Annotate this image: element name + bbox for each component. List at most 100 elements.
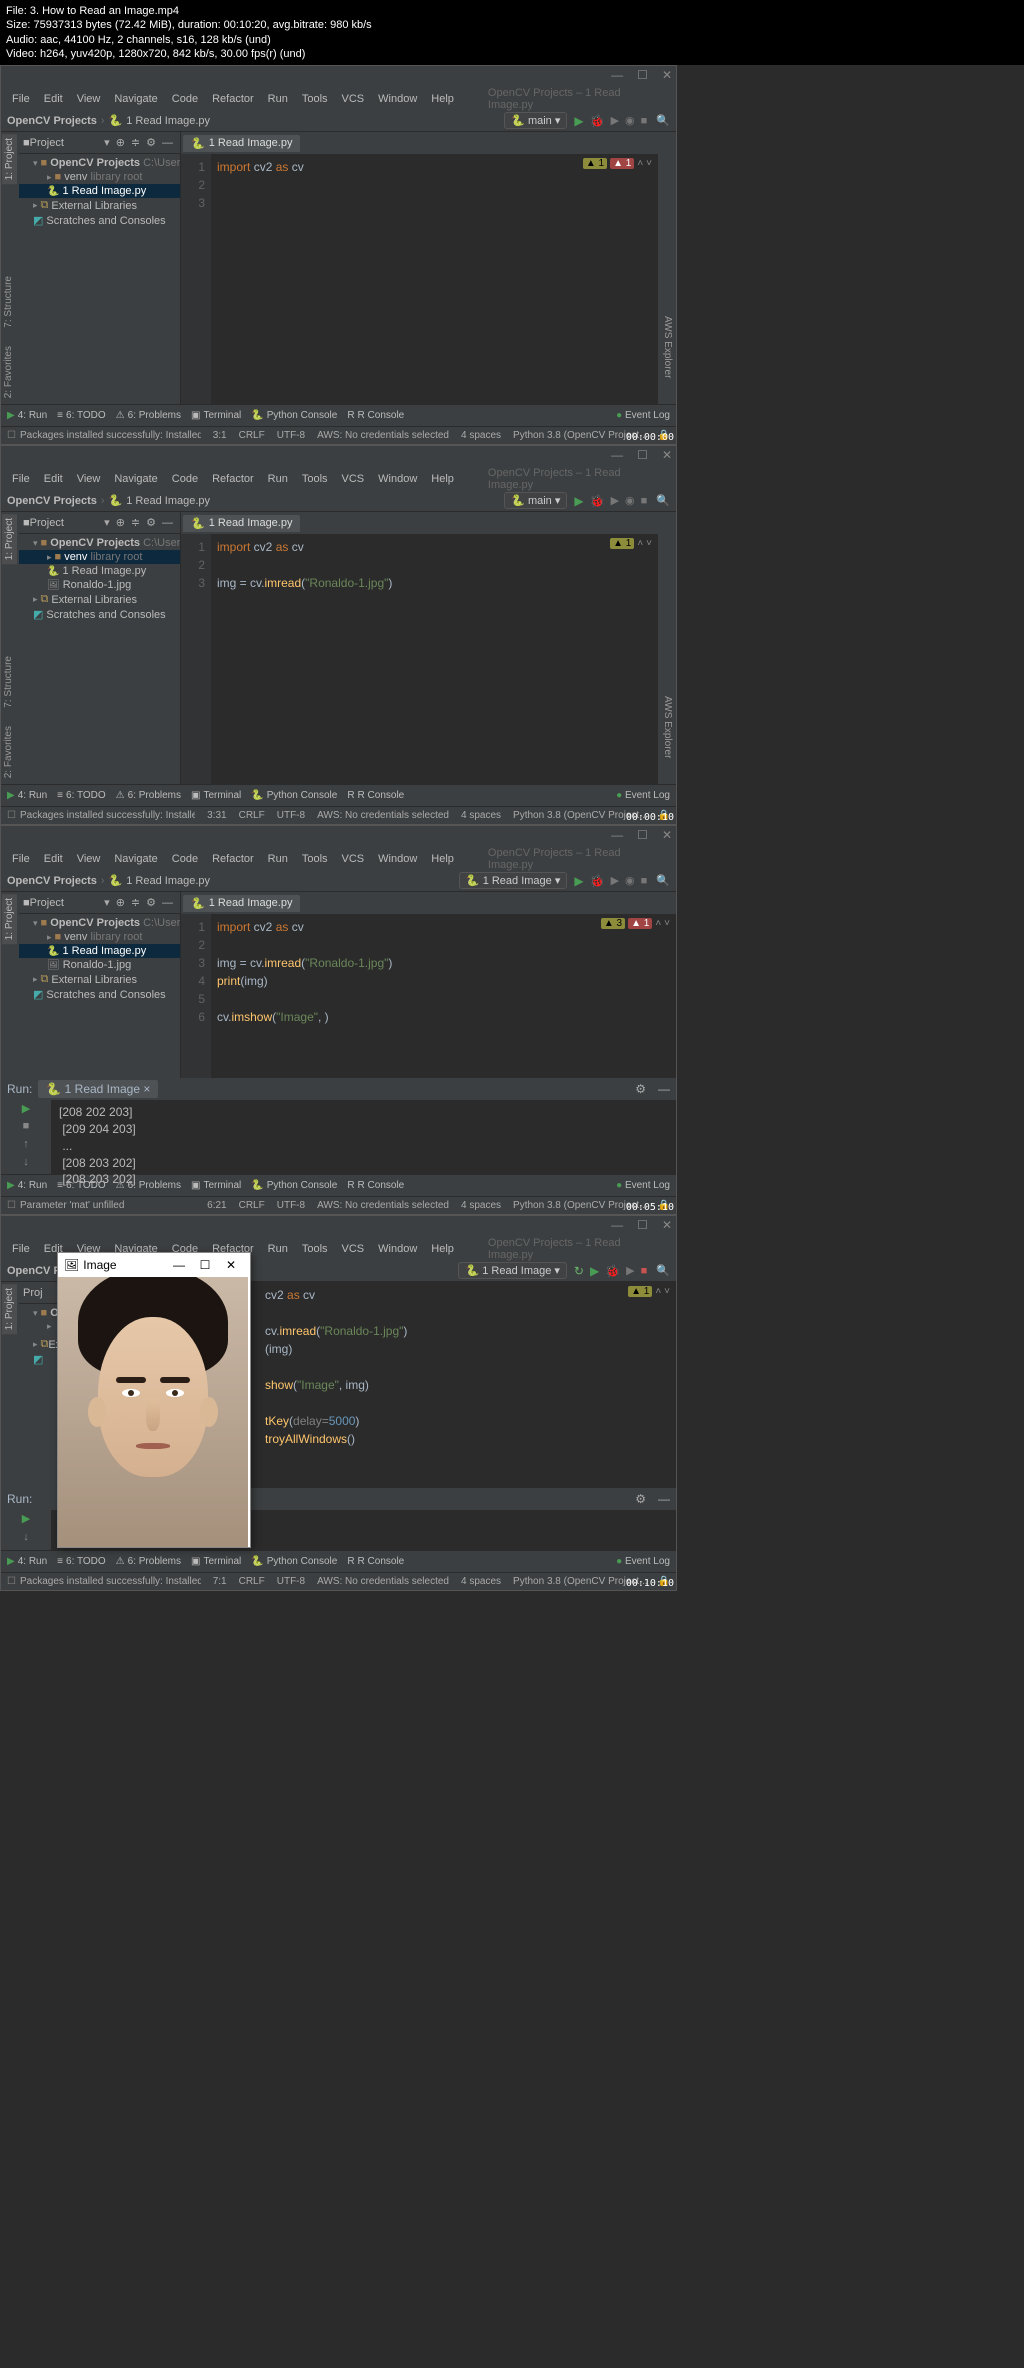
search-everywhere-icon[interactable]: 🔍: [656, 114, 670, 127]
breadcrumb-file[interactable]: 1 Read Image.py: [126, 115, 210, 127]
menu-help[interactable]: Help: [426, 471, 459, 487]
r-console-tab[interactable]: R R Console: [347, 410, 404, 421]
external-libraries-node[interactable]: ▸⧉External Libraries: [19, 198, 180, 213]
line-separator[interactable]: CRLF: [239, 430, 265, 441]
maximize-icon[interactable]: ☐: [637, 448, 648, 462]
structure-tool-tab[interactable]: 7: Structure: [1, 272, 16, 332]
external-libraries-node[interactable]: ▸⧉External Libraries: [19, 592, 180, 607]
scratches-node[interactable]: ◩Scratches and Consoles: [19, 607, 180, 622]
run-config-selector[interactable]: 🐍 1 Read Image ▾: [459, 872, 567, 889]
hide-icon[interactable]: —: [162, 517, 173, 529]
breadcrumb-file[interactable]: 1 Read Image.py: [126, 495, 210, 507]
search-icon[interactable]: 🔍: [656, 494, 670, 507]
minimize-icon[interactable]: —: [611, 448, 623, 462]
project-tool-tab[interactable]: 1: Project: [2, 134, 17, 184]
run-config-selector[interactable]: 🐍 1 Read Image ▾: [458, 1262, 566, 1279]
caret-position[interactable]: 3:31: [207, 810, 226, 821]
run-button[interactable]: ▶: [574, 494, 583, 508]
menu-file[interactable]: File: [7, 91, 35, 107]
menu-refactor[interactable]: Refactor: [207, 91, 259, 107]
r-console-tab[interactable]: R R Console: [347, 790, 404, 801]
menu-tools[interactable]: Tools: [297, 471, 333, 487]
menu-navigate[interactable]: Navigate: [109, 471, 162, 487]
indent-info[interactable]: 4 spaces: [461, 430, 501, 441]
editor-tab[interactable]: 🐍1 Read Image.py: [183, 135, 300, 152]
run-tool-tab[interactable]: ▶4: Run: [7, 790, 47, 801]
maximize-icon[interactable]: ☐: [637, 828, 648, 842]
code-editor[interactable]: 123456 import cv2 as cv img = cv.imread(…: [181, 914, 676, 1078]
breadcrumb-root[interactable]: OpenCV Projects: [7, 115, 97, 127]
project-pane-title[interactable]: Project: [30, 137, 102, 149]
breadcrumb-root[interactable]: OpenCV Projects: [7, 495, 97, 507]
up-icon[interactable]: ↑: [17, 1138, 35, 1154]
menu-tools[interactable]: Tools: [297, 91, 333, 107]
stop-button[interactable]: ■: [17, 1120, 35, 1136]
menu-file[interactable]: File: [7, 471, 35, 487]
code-editor[interactable]: 123 import cv2 as cv img = cv.imread("Ro…: [181, 534, 658, 784]
profile-button[interactable]: ◉: [625, 114, 635, 127]
minimize-icon[interactable]: —: [166, 1258, 192, 1272]
maximize-icon[interactable]: ☐: [192, 1258, 218, 1272]
menu-window[interactable]: Window: [373, 471, 422, 487]
run-tab[interactable]: 🐍 1 Read Image ×: [38, 1080, 158, 1098]
run-button[interactable]: ▶: [574, 114, 583, 128]
menu-code[interactable]: Code: [167, 91, 203, 107]
settings-icon[interactable]: ⚙: [146, 136, 156, 149]
collapse-icon[interactable]: ≑: [131, 516, 140, 529]
aws-explorer-tab[interactable]: AWS Explorer: [660, 692, 675, 762]
menu-vcs[interactable]: VCS: [337, 91, 370, 107]
close-icon[interactable]: ✕: [218, 1258, 244, 1272]
todo-tool-tab[interactable]: ≡ 6: TODO: [57, 410, 106, 421]
close-icon[interactable]: ✕: [662, 448, 672, 462]
menu-edit[interactable]: Edit: [39, 471, 68, 487]
problems-tool-tab[interactable]: ⚠ 6: Problems: [116, 410, 181, 421]
scratches-node[interactable]: ◩Scratches and Consoles: [19, 213, 180, 228]
image-window[interactable]: 🖼 Image — ☐ ✕: [57, 1252, 251, 1548]
menu-run[interactable]: Run: [263, 471, 293, 487]
event-log-button[interactable]: ● Event Log: [616, 410, 670, 421]
caret-position[interactable]: 3:1: [213, 430, 227, 441]
menu-code[interactable]: Code: [167, 471, 203, 487]
menu-navigate[interactable]: Navigate: [109, 91, 162, 107]
settings-icon[interactable]: ⚙: [146, 516, 156, 529]
run-config-selector[interactable]: 🐍 main ▾: [504, 112, 567, 129]
close-icon[interactable]: ✕: [662, 828, 672, 842]
editor-tab[interactable]: 🐍1 Read Image.py: [183, 515, 300, 532]
read-image-file-node[interactable]: 🐍1 Read Image.py: [19, 564, 180, 578]
menu-view[interactable]: View: [72, 91, 106, 107]
menu-run[interactable]: Run: [263, 91, 293, 107]
terminal-tool-tab[interactable]: ▣ Terminal: [191, 790, 241, 801]
todo-tool-tab[interactable]: ≡ 6: TODO: [57, 790, 106, 801]
run-button[interactable]: ▶: [574, 874, 583, 888]
ronaldo-image-node[interactable]: 🖼Ronaldo-1.jpg: [19, 578, 180, 592]
coverage-button[interactable]: ▶: [611, 494, 619, 507]
hide-icon[interactable]: —: [658, 1082, 670, 1096]
code-editor[interactable]: 123 import cv2 as cv ▲ 1▲ 1˄˅: [181, 154, 658, 404]
locate-icon[interactable]: ⊕: [116, 136, 125, 149]
minimize-icon[interactable]: —: [611, 68, 623, 82]
problems-tool-tab[interactable]: ⚠ 6: Problems: [116, 790, 181, 801]
python-console-tab[interactable]: 🐍 Python Console: [251, 790, 337, 801]
close-icon[interactable]: ✕: [662, 68, 672, 82]
stop-button[interactable]: ■: [641, 1265, 648, 1277]
collapse-all-icon[interactable]: ≑: [131, 136, 140, 149]
project-pane-title[interactable]: Project: [30, 517, 102, 529]
profile-button[interactable]: ◉: [625, 494, 635, 507]
rerun-button[interactable]: ↻: [574, 1264, 584, 1278]
locate-icon[interactable]: ⊕: [116, 516, 125, 529]
event-log-button[interactable]: ● Event Log: [616, 790, 670, 801]
menu-refactor[interactable]: Refactor: [207, 471, 259, 487]
hide-icon[interactable]: —: [162, 137, 173, 149]
structure-tool-tab[interactable]: 7: Structure: [1, 652, 16, 712]
down-icon[interactable]: ↓: [17, 1156, 35, 1172]
venv-node[interactable]: ▸■venv library root: [19, 550, 180, 564]
maximize-icon[interactable]: ☐: [637, 68, 648, 82]
chevron-up-icon[interactable]: ˄: [637, 158, 643, 169]
project-tool-tab[interactable]: 1: Project: [2, 514, 17, 564]
project-root-node[interactable]: ▾■OpenCV Projects C:\Users\USER\Pycha: [19, 536, 180, 550]
terminal-tool-tab[interactable]: ▣ Terminal: [191, 410, 241, 421]
favorites-tool-tab[interactable]: 2: Favorites: [1, 722, 16, 782]
run-config-selector[interactable]: 🐍 main ▾: [504, 492, 567, 509]
aws-explorer-tab[interactable]: AWS Explorer: [660, 312, 675, 382]
run-tool-tab[interactable]: ▶4: Run: [7, 410, 47, 421]
